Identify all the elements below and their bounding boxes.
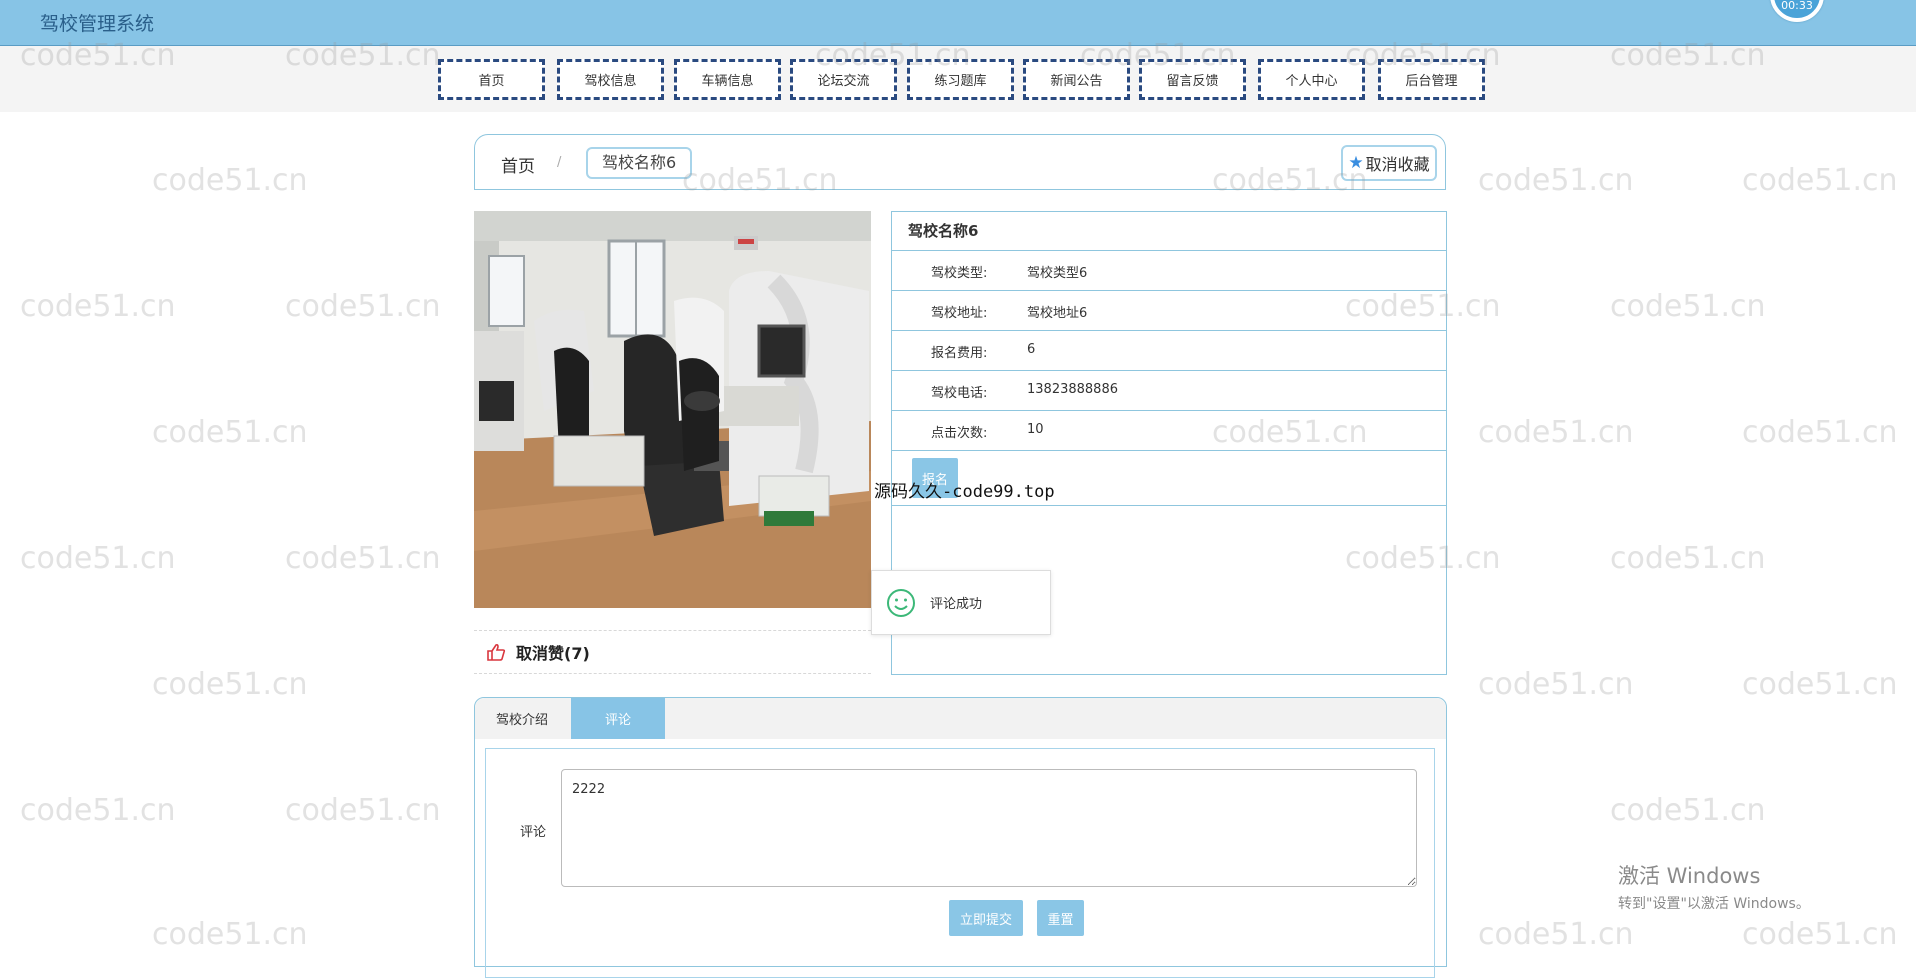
school-name: 驾校名称6 xyxy=(892,212,1446,251)
nav-item-news[interactable]: 新闻公告 xyxy=(1023,59,1130,100)
submit-button[interactable]: 立即提交 xyxy=(949,900,1023,936)
watermark: code51.cn xyxy=(1742,415,1898,450)
detail-value: 13823888886 xyxy=(1027,382,1118,397)
detail-row-clicks: 点击次数: 10 xyxy=(892,411,1446,451)
nav-item-feedback[interactable]: 留言反馈 xyxy=(1139,59,1246,100)
watermark: code51.cn xyxy=(1742,917,1898,952)
unfavorite-label: 取消收藏 xyxy=(1365,155,1430,174)
detail-value: 10 xyxy=(1027,422,1044,437)
nav-item-question-bank[interactable]: 练习题库 xyxy=(907,59,1014,100)
unfavorite-button[interactable]: ★ 取消收藏 xyxy=(1341,145,1437,181)
detail-label: 驾校地址: xyxy=(931,306,988,321)
comment-form: 评论 2222 立即提交 重置 xyxy=(485,748,1435,978)
windows-activation-notice: 激活 Windows 转到"设置"以激活 Windows。 xyxy=(1618,860,1810,913)
detail-row-phone: 驾校电话: 13823888886 xyxy=(892,371,1446,411)
simulator-room-illustration xyxy=(474,211,871,608)
toast-text: 评论成功 xyxy=(930,597,983,612)
detail-value: 6 xyxy=(1027,342,1036,357)
comment-label: 评论 xyxy=(520,825,547,840)
thumbs-up-icon xyxy=(487,643,506,661)
tab-comments[interactable]: 评论 xyxy=(571,698,665,739)
top-bar: 驾校管理系统 00:33 xyxy=(0,0,1916,46)
watermark: code51.cn xyxy=(20,793,176,828)
watermark: code51.cn xyxy=(1478,917,1634,952)
watermark: code51.cn xyxy=(20,541,176,576)
breadcrumb-home[interactable]: 首页 xyxy=(501,152,535,177)
like-toggle[interactable]: 取消赞(7) xyxy=(474,630,871,674)
nav-item-vehicle-info[interactable]: 车辆信息 xyxy=(674,59,781,100)
watermark: code51.cn xyxy=(20,289,176,324)
detail-row-fee: 报名费用: 6 xyxy=(892,331,1446,371)
nav-item-profile[interactable]: 个人中心 xyxy=(1258,59,1365,100)
nav-item-forum[interactable]: 论坛交流 xyxy=(790,59,897,100)
star-icon: ★ xyxy=(1348,153,1364,173)
watermark: code51.cn xyxy=(285,289,441,324)
watermark: code51.cn xyxy=(152,415,308,450)
watermark: code51.cn xyxy=(1478,667,1634,702)
detail-label: 驾校电话: xyxy=(931,386,988,401)
watermark: code51.cn xyxy=(1742,667,1898,702)
detail-row-type: 驾校类型: 驾校类型6 xyxy=(892,251,1446,291)
watermark: code51.cn xyxy=(1742,163,1898,198)
tab-header: 驾校介绍 评论 xyxy=(475,698,1446,739)
watermark: code51.cn xyxy=(1478,415,1634,450)
nav-item-home[interactable]: 首页 xyxy=(438,59,545,100)
activation-title: 激活 Windows xyxy=(1618,864,1761,888)
watermark: code51.cn xyxy=(1610,289,1766,324)
detail-label: 报名费用: xyxy=(931,346,988,361)
watermark: code51.cn xyxy=(1610,541,1766,576)
detail-label: 驾校类型: xyxy=(931,266,988,281)
toast-message: 评论成功 xyxy=(871,570,1051,635)
watermark: code51.cn xyxy=(1478,163,1634,198)
app-title: 驾校管理系统 xyxy=(40,13,155,35)
main-nav: 首页 驾校信息 车辆信息 论坛交流 练习题库 新闻公告 留言反馈 个人中心 后台… xyxy=(0,46,1916,112)
tab-introduction[interactable]: 驾校介绍 xyxy=(475,698,569,739)
detail-row-address: 驾校地址: 驾校地址6 xyxy=(892,291,1446,331)
comment-textarea[interactable]: 2222 xyxy=(561,769,1417,887)
breadcrumb-current: 驾校名称6 xyxy=(586,147,693,179)
watermark: code51.cn xyxy=(152,667,308,702)
smile-icon xyxy=(887,588,915,617)
activation-subtitle: 转到"设置"以激活 Windows。 xyxy=(1618,896,1810,912)
detail-label: 点击次数: xyxy=(931,426,988,441)
watermark: code51.cn xyxy=(285,541,441,576)
watermark: code51.cn xyxy=(152,917,308,952)
watermark: code51.cn xyxy=(152,163,308,198)
source-overlay-text: 源码久久-code99.top xyxy=(874,482,1055,502)
school-photo xyxy=(474,211,871,608)
timer-badge: 00:33 xyxy=(1770,0,1824,22)
detail-value: 驾校类型6 xyxy=(1027,266,1088,281)
watermark: code51.cn xyxy=(1610,793,1766,828)
like-label: 取消赞(7) xyxy=(516,644,590,663)
nav-item-admin[interactable]: 后台管理 xyxy=(1378,59,1485,100)
watermark: code51.cn xyxy=(285,793,441,828)
breadcrumb-separator: / xyxy=(557,155,562,170)
nav-item-school-info[interactable]: 驾校信息 xyxy=(557,59,664,100)
tab-panel: 驾校介绍 评论 评论 2222 立即提交 重置 xyxy=(474,697,1447,978)
detail-value: 驾校地址6 xyxy=(1027,306,1088,321)
breadcrumb: 首页 / 驾校名称6 ★ 取消收藏 xyxy=(474,134,1446,190)
reset-button[interactable]: 重置 xyxy=(1037,900,1084,936)
